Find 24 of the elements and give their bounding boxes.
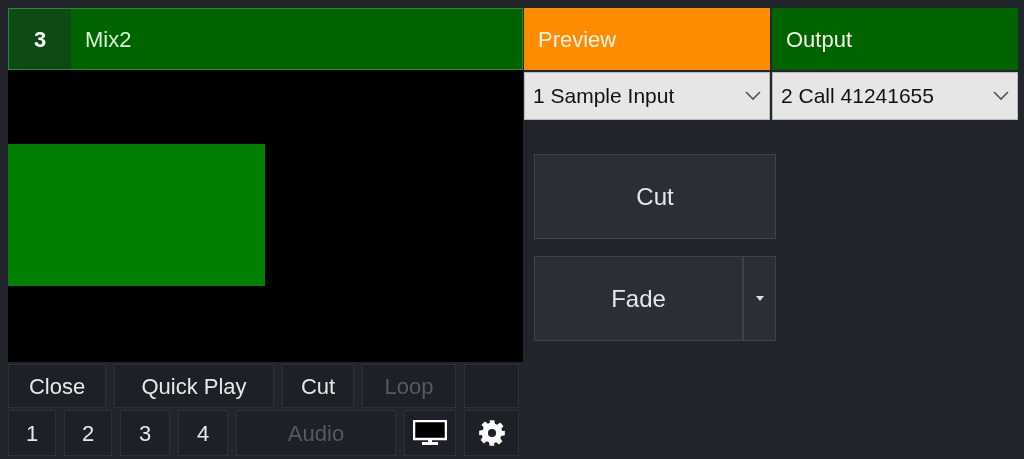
transition-button[interactable]: Cut [534, 154, 776, 239]
input-dropdown[interactable]: 2 Call 41241655 [772, 72, 1018, 120]
mix-number: 3 [9, 9, 71, 69]
control-button[interactable]: Cut [282, 364, 354, 408]
chevron-down-icon [745, 91, 761, 101]
bus-header: Preview [524, 8, 770, 70]
dropdown-value: 2 Call 41241655 [781, 83, 934, 110]
transition-button[interactable]: Fade [534, 256, 743, 341]
dropdown-value: 1 Sample Input [533, 83, 675, 110]
control-button[interactable]: 1 [8, 410, 56, 456]
mix-name: Mix2 [85, 25, 132, 54]
chevron-down-icon [993, 91, 1009, 101]
control-button[interactable]: 2 [64, 410, 112, 456]
control-button[interactable]: 4 [178, 410, 228, 456]
bus-header: Output [772, 8, 1018, 70]
caret-icon [755, 296, 764, 301]
monitor-button[interactable] [404, 410, 456, 456]
control-button[interactable]: Close [8, 364, 106, 408]
monitor-icon [413, 420, 447, 446]
control-button[interactable]: Quick Play [114, 364, 274, 408]
settings-icon [477, 419, 506, 447]
input-dropdown[interactable]: 1 Sample Input [524, 72, 770, 120]
control-button[interactable]: 3 [120, 410, 170, 456]
settings-button[interactable] [464, 410, 519, 456]
